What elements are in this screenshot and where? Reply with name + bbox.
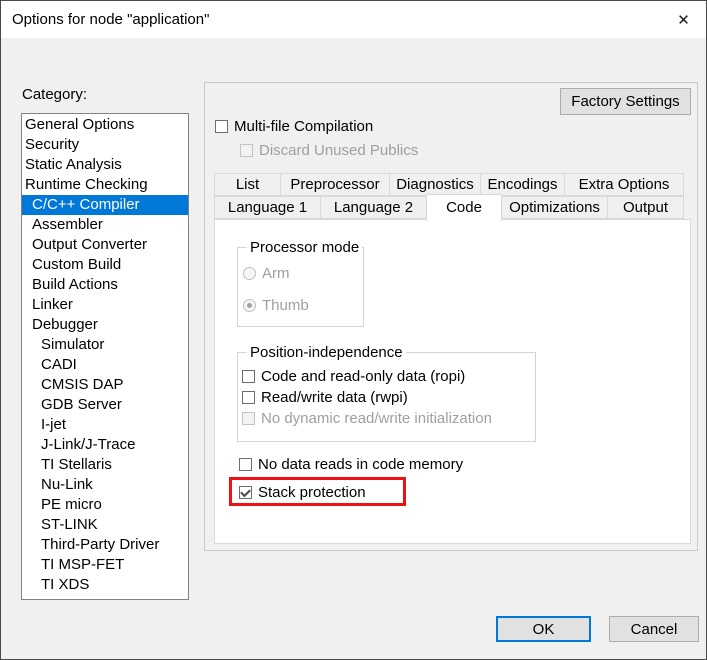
stack-protection-row: Stack protection bbox=[239, 484, 366, 500]
tab-language-1[interactable]: Language 1 bbox=[214, 196, 321, 219]
thumb-radio bbox=[243, 299, 256, 312]
title-bar: Options for node "application" ✕ bbox=[1, 1, 706, 38]
arm-radio bbox=[243, 267, 256, 280]
no-data-reads-row: No data reads in code memory bbox=[239, 456, 463, 472]
rwpi-row: Read/write data (rwpi) bbox=[242, 388, 535, 406]
ok-button[interactable]: OK bbox=[496, 616, 591, 642]
category-item[interactable]: Security bbox=[22, 135, 188, 155]
tab-language-2[interactable]: Language 2 bbox=[320, 196, 427, 219]
category-item-selected[interactable]: C/C++ Compiler bbox=[22, 195, 188, 215]
no-data-reads-checkbox[interactable] bbox=[239, 458, 252, 471]
discard-unused-publics-checkbox bbox=[240, 144, 253, 157]
dialog-body: Category: General Options Security Stati… bbox=[1, 38, 706, 660]
category-item[interactable]: Build Actions bbox=[22, 275, 188, 295]
category-item[interactable]: I-jet bbox=[22, 415, 188, 435]
category-listbox[interactable]: General Options Security Static Analysis… bbox=[21, 113, 189, 600]
rwpi-checkbox[interactable] bbox=[242, 391, 255, 404]
category-item[interactable]: CADI bbox=[22, 355, 188, 375]
category-item[interactable]: TI MSP-FET bbox=[22, 555, 188, 575]
category-item[interactable]: Linker bbox=[22, 295, 188, 315]
no-dynamic-rw-checkbox bbox=[242, 412, 255, 425]
no-dynamic-rw-label: No dynamic read/write initialization bbox=[261, 410, 492, 427]
multi-file-compilation-label: Multi-file Compilation bbox=[234, 118, 373, 135]
tab-code-active[interactable]: Code bbox=[426, 194, 502, 221]
category-item[interactable]: Runtime Checking bbox=[22, 175, 188, 195]
no-data-reads-label: No data reads in code memory bbox=[258, 456, 463, 473]
tab-diagnostics[interactable]: Diagnostics bbox=[389, 173, 481, 196]
ropi-row: Code and read-only data (ropi) bbox=[242, 367, 535, 385]
processor-mode-group: Processor mode Arm Thumb bbox=[237, 247, 364, 327]
close-button[interactable]: ✕ bbox=[661, 1, 706, 38]
compiler-options-frame: Factory Settings Multi-file Compilation … bbox=[204, 82, 698, 551]
no-dynamic-rw-row: No dynamic read/write initialization bbox=[242, 409, 535, 427]
close-icon: ✕ bbox=[677, 11, 690, 29]
category-item[interactable]: TI Stellaris bbox=[22, 455, 188, 475]
cancel-button[interactable]: Cancel bbox=[609, 616, 699, 642]
options-dialog: Options for node "application" ✕ Categor… bbox=[0, 0, 707, 660]
thumb-radio-label: Thumb bbox=[262, 297, 309, 314]
tab-output[interactable]: Output bbox=[607, 196, 684, 219]
position-independence-group: Position-independence Code and read-only… bbox=[237, 352, 536, 442]
processor-mode-title: Processor mode bbox=[247, 239, 362, 256]
ropi-label: Code and read-only data (ropi) bbox=[261, 368, 465, 385]
stack-protection-checkbox[interactable] bbox=[239, 486, 252, 499]
tab-list[interactable]: List bbox=[214, 173, 281, 196]
category-item[interactable]: CMSIS DAP bbox=[22, 375, 188, 395]
category-item[interactable]: Custom Build bbox=[22, 255, 188, 275]
category-item[interactable]: Debugger bbox=[22, 315, 188, 335]
tab-row-1: List Preprocessor Diagnostics Encodings … bbox=[214, 173, 688, 196]
category-item[interactable]: Assembler bbox=[22, 215, 188, 235]
discard-unused-publics-label: Discard Unused Publics bbox=[259, 142, 418, 159]
category-item[interactable]: Static Analysis bbox=[22, 155, 188, 175]
arm-radio-row: Arm bbox=[243, 262, 363, 284]
discard-unused-publics-row: Discard Unused Publics bbox=[240, 142, 418, 159]
category-item[interactable]: ST-LINK bbox=[22, 515, 188, 535]
tab-encodings[interactable]: Encodings bbox=[480, 173, 565, 196]
category-item[interactable]: J-Link/J-Trace bbox=[22, 435, 188, 455]
arm-radio-label: Arm bbox=[262, 265, 290, 282]
category-label: Category: bbox=[22, 86, 87, 103]
thumb-radio-row: Thumb bbox=[243, 294, 363, 316]
tab-extra-options[interactable]: Extra Options bbox=[564, 173, 684, 196]
tab-optimizations[interactable]: Optimizations bbox=[501, 196, 608, 219]
category-item[interactable]: TI XDS bbox=[22, 575, 188, 595]
category-item[interactable]: General Options bbox=[22, 115, 188, 135]
category-item[interactable]: GDB Server bbox=[22, 395, 188, 415]
tab-preprocessor[interactable]: Preprocessor bbox=[280, 173, 390, 196]
ropi-checkbox[interactable] bbox=[242, 370, 255, 383]
category-item[interactable]: Nu-Link bbox=[22, 475, 188, 495]
multi-file-compilation-row: Multi-file Compilation bbox=[215, 118, 373, 135]
tab-row-2: Language 1 Language 2 Code Optimizations… bbox=[214, 196, 688, 219]
code-tab-page: Processor mode Arm Thumb Position-indepe… bbox=[214, 219, 691, 544]
category-item[interactable]: Output Converter bbox=[22, 235, 188, 255]
category-item[interactable]: PE micro bbox=[22, 495, 188, 515]
multi-file-compilation-checkbox[interactable] bbox=[215, 120, 228, 133]
position-independence-title: Position-independence bbox=[247, 344, 406, 361]
window-title: Options for node "application" bbox=[1, 11, 661, 28]
category-item[interactable]: Third-Party Driver bbox=[22, 535, 188, 555]
rwpi-label: Read/write data (rwpi) bbox=[261, 389, 408, 406]
factory-settings-button[interactable]: Factory Settings bbox=[560, 88, 691, 115]
category-item[interactable]: Simulator bbox=[22, 335, 188, 355]
stack-protection-label: Stack protection bbox=[258, 484, 366, 501]
